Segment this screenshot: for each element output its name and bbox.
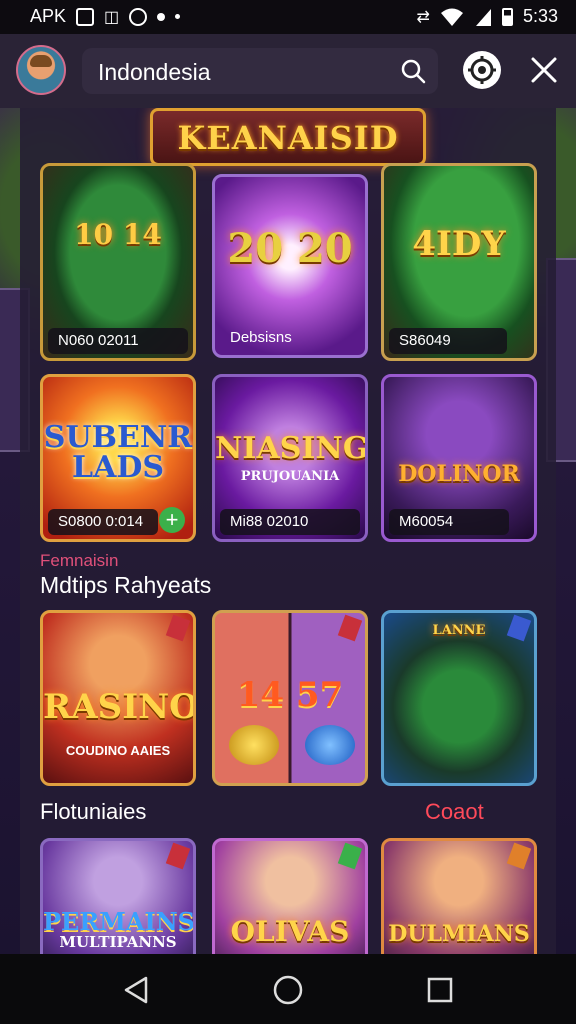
game-card[interactable]: 10 14 N060 02011 bbox=[40, 163, 196, 361]
game-card-caption-box: S86049 bbox=[389, 328, 507, 354]
promo-banner[interactable]: KEANAISID bbox=[150, 108, 426, 166]
game-card-title: DULMIANS bbox=[388, 921, 530, 947]
top-bar: Indondesia bbox=[0, 34, 576, 108]
game-card[interactable]: NIASING PRUJOUANIA Mi88 02010 bbox=[212, 374, 368, 542]
corner-ribbon bbox=[337, 614, 363, 642]
corner-ribbon bbox=[165, 614, 191, 642]
game-card-title: OLIVAS bbox=[230, 915, 350, 948]
game-card-title: 14 57 bbox=[236, 675, 344, 715]
dot-icon bbox=[157, 12, 166, 21]
game-card-title: RASINO bbox=[43, 687, 196, 727]
signal-icon bbox=[475, 8, 491, 26]
small-dot-icon bbox=[175, 14, 181, 19]
status-bar-left: APK ◫ bbox=[30, 6, 181, 27]
banner-title: KEANAISID bbox=[177, 119, 399, 157]
game-card[interactable]: LANNE bbox=[381, 610, 537, 786]
coin-art bbox=[229, 725, 279, 765]
game-card[interactable]: DOLINOR M60054 bbox=[381, 374, 537, 542]
battery-icon bbox=[501, 7, 513, 26]
game-card[interactable]: 14 57 bbox=[212, 610, 368, 786]
vibrate-icon: ⇄ bbox=[416, 8, 430, 26]
game-card[interactable]: 4IDY S86049 bbox=[381, 163, 537, 361]
game-card-caption: Debsisns bbox=[230, 329, 292, 346]
game-card-caption: N060 02011 bbox=[58, 332, 139, 349]
game-card[interactable]: RASINO COUDINO AAIES bbox=[40, 610, 196, 786]
section-title: Mdtips Rahyeats bbox=[40, 572, 212, 598]
game-card-title: 10 14 bbox=[74, 218, 162, 251]
wifi-icon bbox=[440, 8, 463, 26]
corner-ribbon bbox=[337, 842, 363, 870]
content-area[interactable]: KEANAISID 10 14 N060 02011 20 20 Debsisn… bbox=[0, 108, 576, 954]
game-card-caption-box: N060 02011 bbox=[48, 328, 188, 354]
game-card[interactable]: PERMAINS MULTIPANNS bbox=[40, 838, 196, 954]
game-card-title: NIASING bbox=[215, 431, 368, 466]
game-card[interactable]: DULMIANS bbox=[381, 838, 537, 954]
coin-art bbox=[305, 725, 355, 765]
gear-icon[interactable] bbox=[463, 51, 501, 89]
search-input[interactable]: Indondesia bbox=[82, 48, 438, 94]
game-card[interactable]: SUBENR LADS S0800 0:014 + bbox=[40, 374, 196, 542]
navigation-bar bbox=[0, 954, 576, 1024]
status-left-text: APK bbox=[30, 6, 67, 26]
android-icon: ◫ bbox=[104, 8, 120, 26]
game-card-caption: S0800 0:014 bbox=[58, 513, 144, 530]
game-card-title: SUBENR LADS bbox=[43, 420, 193, 485]
game-card-caption: S86049 bbox=[399, 332, 451, 349]
game-card[interactable]: OLIVAS bbox=[212, 838, 368, 954]
game-card-caption-box: S0800 0:014 bbox=[48, 509, 158, 535]
section-subtitle: Femnaisin bbox=[40, 551, 119, 570]
avatar[interactable] bbox=[16, 45, 66, 95]
see-all-link[interactable]: Coaot bbox=[425, 799, 484, 825]
image-icon bbox=[76, 7, 95, 26]
recents-icon[interactable] bbox=[422, 972, 458, 1008]
corner-ribbon bbox=[506, 842, 532, 870]
back-icon[interactable] bbox=[118, 972, 154, 1008]
add-favorite-button[interactable]: + bbox=[159, 507, 185, 533]
game-card-subtitle: COUDINO AAIES bbox=[65, 743, 171, 758]
chat-icon bbox=[129, 7, 148, 26]
home-icon[interactable] bbox=[270, 972, 306, 1008]
game-card-subtitle: MULTIPANNS bbox=[59, 933, 177, 951]
game-card-title: PERMAINS bbox=[43, 907, 195, 936]
game-card-title: DOLINOR bbox=[398, 461, 520, 487]
close-icon[interactable] bbox=[528, 54, 560, 86]
game-card[interactable]: 20 20 Debsisns bbox=[212, 174, 368, 358]
game-card-subtitle: PRUJOUANIA bbox=[240, 469, 340, 484]
game-card-title: 4IDY bbox=[412, 224, 506, 264]
status-bar-right: ⇄ 5:33 bbox=[417, 6, 558, 27]
search-input-value: Indondesia bbox=[98, 59, 211, 85]
search-icon[interactable] bbox=[400, 58, 426, 84]
status-bar: APK ◫ ⇄ 5:33 bbox=[0, 0, 576, 34]
game-card-caption-box: M60054 bbox=[389, 509, 509, 535]
corner-ribbon bbox=[165, 842, 191, 870]
section-title: Flotuniaies bbox=[40, 799, 147, 824]
game-card-caption-box: Debsisns bbox=[220, 325, 360, 351]
game-card-title: LANNE bbox=[432, 623, 486, 638]
game-card-caption: Mi88 02010 bbox=[230, 513, 309, 530]
game-card-title: 20 20 bbox=[227, 225, 353, 272]
game-card-caption: M60054 bbox=[399, 513, 454, 530]
status-time: 5:33 bbox=[522, 6, 558, 26]
game-card-caption-box: Mi88 02010 bbox=[220, 509, 360, 535]
